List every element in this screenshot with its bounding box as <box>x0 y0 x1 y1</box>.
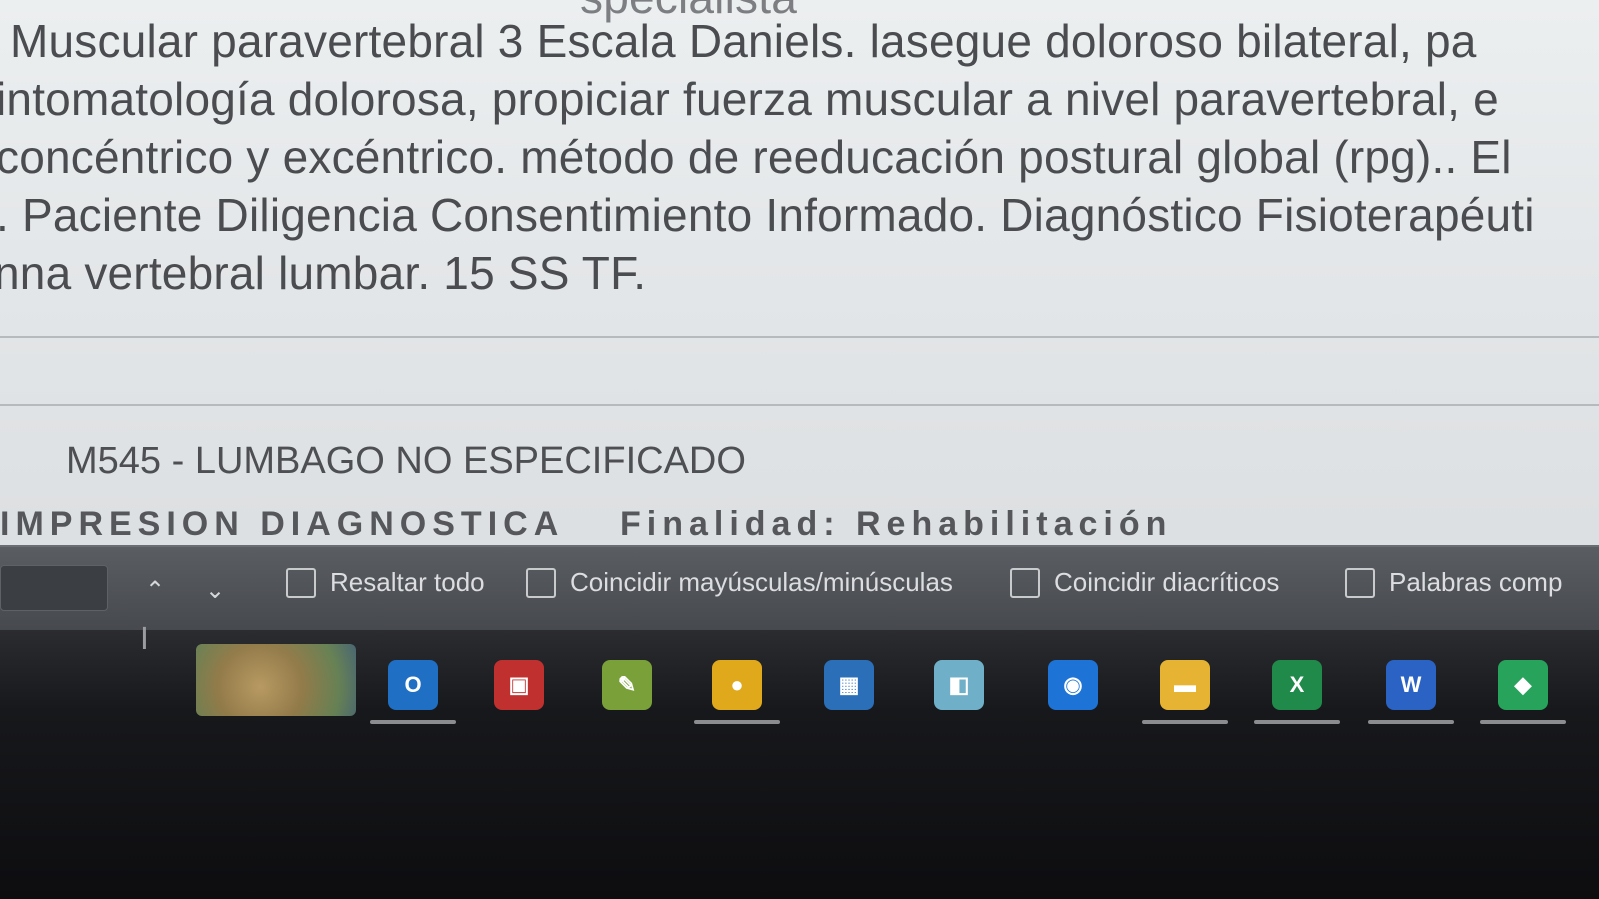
security-icon[interactable]: ◆ <box>1498 660 1548 710</box>
document-line: concéntrico y excéntrico. método de reed… <box>0 131 1512 183</box>
widgets-button[interactable] <box>196 644 356 716</box>
running-indicator <box>370 720 456 724</box>
option-label: Palabras comp <box>1389 567 1563 597</box>
app-glyph: ▣ <box>508 672 530 697</box>
find-previous-button[interactable]: ⌃ <box>140 575 170 605</box>
option-label: Coincidir mayúsculas/minúsculas <box>570 567 953 597</box>
checkbox[interactable] <box>1345 567 1375 598</box>
diagnosis-code: M545 - LUMBAGO NO ESPECIFICADO <box>66 440 746 482</box>
app-glyph: ✎ <box>617 672 637 697</box>
checkbox[interactable] <box>1010 567 1040 598</box>
running-indicator <box>1368 720 1454 724</box>
document-line: nna vertebral lumbar. 15 SS TF. <box>0 247 647 299</box>
app-glyph: ◆ <box>1514 672 1532 697</box>
app-glyph: ● <box>730 672 744 697</box>
app-glyph: ▦ <box>838 672 860 697</box>
running-indicator <box>694 720 780 724</box>
outlook-icon[interactable]: O <box>388 660 438 710</box>
whole-words-option[interactable]: Palabras comp <box>1345 567 1562 598</box>
document-line: intomatología dolorosa, propiciar fuerza… <box>0 73 1499 125</box>
document-view: specialista Muscular paravertebral 3 Esc… <box>0 0 1599 560</box>
chevron-up-icon: ⌃ <box>144 576 166 604</box>
file-explorer-icon[interactable]: ▬ <box>1160 660 1210 710</box>
app-glyph: W <box>1400 672 1422 697</box>
screen: specialista Muscular paravertebral 3 Esc… <box>0 0 1599 899</box>
running-indicator <box>1142 720 1228 724</box>
option-label: Resaltar todo <box>330 567 485 597</box>
checkbox[interactable] <box>526 567 556 598</box>
chevron-down-icon: ⌄ <box>204 576 226 604</box>
checkbox[interactable] <box>286 567 316 598</box>
document-line: . Paciente Diligencia Consentimiento Inf… <box>0 189 1535 241</box>
taskbar: I O ▣ ✎ ● ▦ ◧ ◉ ▬ X W ◆ <box>0 622 1599 899</box>
find-input[interactable] <box>0 565 108 611</box>
find-next-button[interactable]: ⌄ <box>200 575 230 605</box>
snipping-tool-icon[interactable]: ▣ <box>494 660 544 710</box>
purpose-label: Finalidad: Rehabilitación <box>620 505 1173 543</box>
match-diacritics-option[interactable]: Coincidir diacríticos <box>1010 567 1279 598</box>
highlight-all-option[interactable]: Resaltar todo <box>286 567 485 598</box>
app-glyph: X <box>1289 672 1305 697</box>
find-bar: ⌃ ⌄ Resaltar todo Coincidir mayúsculas/m… <box>0 545 1599 632</box>
browser-icon[interactable]: ◉ <box>1048 660 1098 710</box>
notes-icon[interactable]: ◧ <box>934 660 984 710</box>
option-label: Coincidir diacríticos <box>1054 567 1280 597</box>
word-icon[interactable]: W <box>1386 660 1436 710</box>
match-case-option[interactable]: Coincidir mayúsculas/minúsculas <box>526 567 953 598</box>
chrome-icon[interactable]: ● <box>712 660 762 710</box>
divider <box>0 404 1599 406</box>
running-indicator <box>1480 720 1566 724</box>
app-glyph: ◧ <box>948 672 970 697</box>
app-glyph: O <box>404 672 422 697</box>
app-glyph: ▬ <box>1174 672 1196 697</box>
divider <box>0 336 1599 338</box>
excel-icon[interactable]: X <box>1272 660 1322 710</box>
image-editor-icon[interactable]: ✎ <box>602 660 652 710</box>
running-indicator <box>1254 720 1340 724</box>
text-cursor-icon: I <box>140 622 149 657</box>
section-heading: IMPRESION DIAGNOSTICA <box>0 505 565 543</box>
app-glyph: ◉ <box>1063 672 1083 697</box>
document-line: Muscular paravertebral 3 Escala Daniels.… <box>10 15 1477 67</box>
calculator-icon[interactable]: ▦ <box>824 660 874 710</box>
